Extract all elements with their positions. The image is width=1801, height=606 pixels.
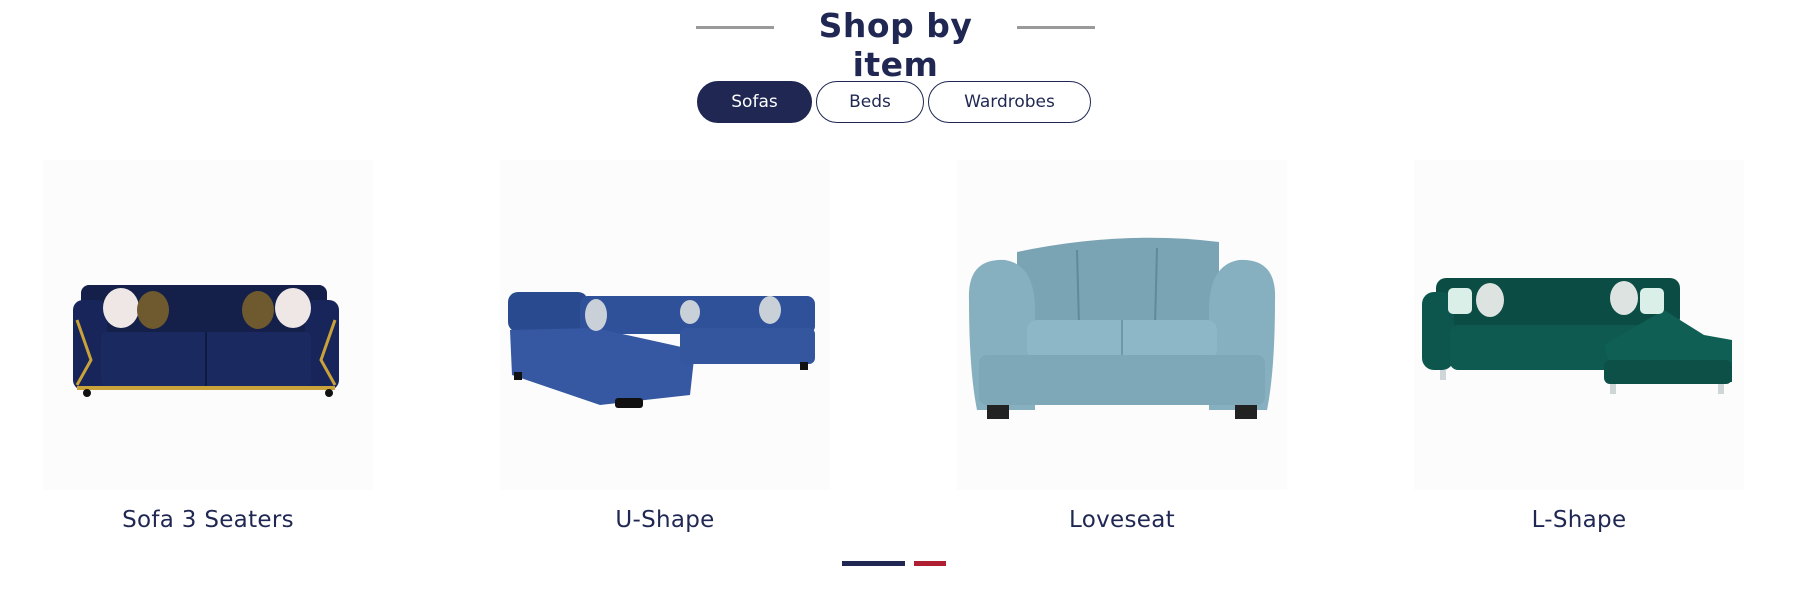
heading-divider-right (1017, 26, 1095, 29)
carousel-pagination (0, 561, 1801, 567)
heading-divider-left (696, 26, 774, 29)
category-tabs: Sofas Beds Wardrobes (0, 81, 1801, 125)
tab-wardrobes[interactable]: Wardrobes (928, 81, 1091, 123)
product-name[interactable]: Loveseat (957, 507, 1287, 533)
product-card-u-shape[interactable]: U-Shape (500, 160, 830, 540)
product-card-l-shape[interactable]: L-Shape (1414, 160, 1744, 540)
tab-sofas[interactable]: Sofas (697, 81, 812, 123)
product-card-sofa-3-seaters[interactable]: Sofa 3 Seaters (43, 160, 373, 540)
product-name[interactable]: Sofa 3 Seaters (43, 507, 373, 533)
carousel-dot[interactable] (914, 561, 946, 566)
section-title: Shop by item (818, 6, 973, 84)
tab-beds[interactable]: Beds (816, 81, 924, 123)
product-image-loveseat[interactable] (957, 160, 1287, 490)
product-image-sofa-3-seaters[interactable] (43, 160, 373, 490)
carousel-dot-active[interactable] (842, 561, 905, 566)
section-header: Shop by item (0, 0, 1801, 84)
product-name[interactable]: L-Shape (1414, 507, 1744, 533)
product-image-l-shape[interactable] (1414, 160, 1744, 490)
product-card-loveseat[interactable]: Loveseat (957, 160, 1287, 540)
product-name[interactable]: U-Shape (500, 507, 830, 533)
product-image-u-shape[interactable] (500, 160, 830, 490)
